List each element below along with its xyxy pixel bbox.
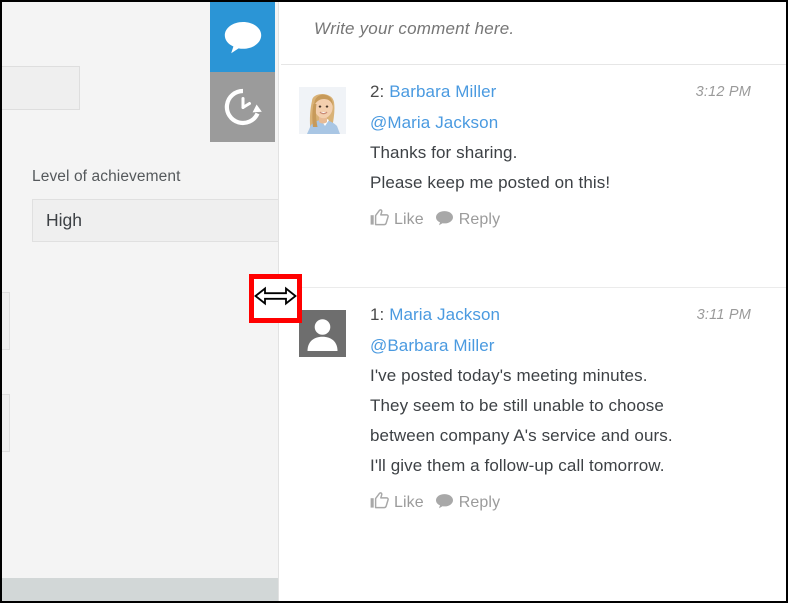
reply-bubble-icon [435, 493, 454, 514]
comment-body: 2: Barbara Miller 3:12 PM @Maria Jackson… [370, 82, 768, 231]
avatar-default-maria [299, 310, 346, 357]
comment-number: 2: [370, 82, 385, 101]
comment-list: 2: Barbara Miller 3:12 PM @Maria Jackson… [281, 65, 786, 538]
comment-mention[interactable]: @Maria Jackson [370, 108, 768, 138]
reply-bubble-icon [435, 210, 454, 231]
comment-text-line: between company A's service and ours. [370, 426, 673, 445]
panel-footer-bar [2, 578, 279, 601]
comment-timestamp: 3:12 PM [695, 84, 751, 100]
comment-item: 1: Maria Jackson 3:11 PM @Barbara Miller… [281, 288, 786, 538]
reply-button[interactable]: Reply [435, 210, 500, 231]
comment-actions: Like Reply [370, 209, 768, 231]
reply-label: Reply [458, 494, 501, 511]
resize-handle-callout[interactable] [249, 274, 302, 323]
comment-input-placeholder: Write your comment here. [314, 19, 515, 38]
comment-author-link[interactable]: Barbara Miller [389, 82, 496, 101]
comment-author-line: 2: Barbara Miller [370, 82, 496, 101]
reply-button[interactable]: Reply [435, 493, 500, 514]
comment-body: 1: Maria Jackson 3:11 PM @Barbara Miller… [370, 305, 768, 514]
comment-mention[interactable]: @Barbara Miller [370, 331, 768, 361]
level-of-achievement-field[interactable]: High [32, 199, 279, 242]
comment-text-line: Please keep me posted on this! [370, 173, 611, 192]
speech-bubble-icon [223, 20, 263, 54]
comment-text-line: They seem to be still unable to choose [370, 396, 664, 415]
comment-actions: Like Reply [370, 492, 768, 514]
comment-author-link[interactable]: Maria Jackson [389, 305, 500, 324]
comments-panel: Write your comment here. 2: Barbara Mill… [281, 2, 786, 601]
thumbs-up-icon [370, 209, 389, 231]
avatar-photo-barbara [299, 87, 346, 134]
comment-text-line: I'll give them a follow-up call tomorrow… [370, 456, 665, 475]
avatar[interactable] [299, 310, 346, 357]
like-label: Like [394, 494, 424, 511]
level-of-achievement-label: Level of achievement [32, 168, 181, 185]
comment-author-line: 1: Maria Jackson [370, 305, 500, 324]
comment-number: 1: [370, 305, 385, 324]
screenshot-root: Level of achievement High Write your com… [0, 0, 788, 603]
side-tab-strip [210, 2, 275, 142]
reply-label: Reply [458, 211, 501, 228]
comment-text-line: Thanks for sharing. [370, 143, 518, 162]
form-field-box-partial-2[interactable] [2, 394, 10, 452]
level-of-achievement-value: High [46, 210, 82, 230]
tab-history[interactable] [210, 72, 275, 142]
thumbs-up-icon [370, 492, 389, 514]
form-field-box-top[interactable] [2, 66, 80, 110]
avatar[interactable] [299, 87, 346, 134]
like-button[interactable]: Like [370, 209, 424, 231]
history-clock-icon [223, 87, 263, 127]
comment-header: 2: Barbara Miller 3:12 PM [370, 82, 768, 108]
horizontal-resize-arrow-icon [254, 284, 297, 313]
comment-timestamp: 3:11 PM [696, 307, 751, 323]
comment-text-line: I've posted today's meeting minutes. [370, 366, 648, 385]
like-button[interactable]: Like [370, 492, 424, 514]
like-label: Like [394, 211, 424, 228]
comment-header: 1: Maria Jackson 3:11 PM [370, 305, 768, 331]
tab-comments[interactable] [210, 2, 275, 72]
form-field-box-partial-1[interactable] [2, 292, 10, 350]
comment-input[interactable]: Write your comment here. [281, 2, 786, 65]
comment-item: 2: Barbara Miller 3:12 PM @Maria Jackson… [281, 65, 786, 288]
